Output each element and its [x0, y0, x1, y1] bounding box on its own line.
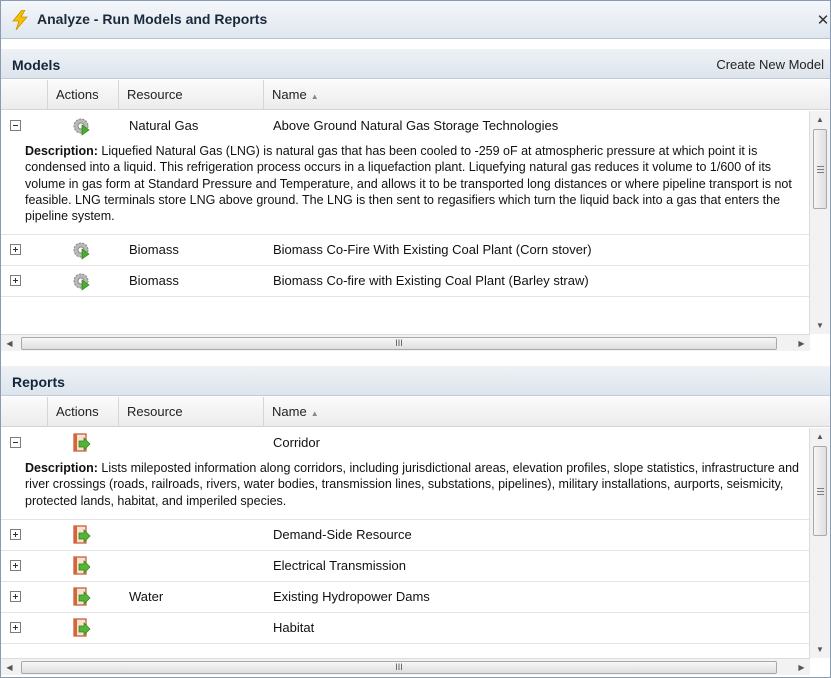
- scroll-down-arrow-icon[interactable]: ▼: [810, 641, 830, 658]
- table-row[interactable]: Habitat: [1, 612, 810, 644]
- table-row[interactable]: Corridor Description: Lists mileposted i…: [1, 428, 810, 520]
- close-button[interactable]: ✕: [816, 13, 830, 29]
- column-header-name-label: Name: [272, 87, 307, 102]
- report-export-icon[interactable]: [71, 556, 91, 576]
- scroll-up-arrow-icon[interactable]: ▲: [810, 428, 830, 445]
- reports-panel-title: Reports: [12, 374, 65, 390]
- description-text: Lists mileposted information along corri…: [25, 461, 799, 508]
- models-rows: Natural Gas Above Ground Natural Gas Sto…: [1, 111, 810, 334]
- scroll-down-arrow-icon[interactable]: ▼: [810, 317, 830, 334]
- scroll-thumb[interactable]: [813, 129, 827, 209]
- expander-column-header: [1, 80, 48, 110]
- table-row[interactable]: Biomass Biomass Co-fire with Existing Co…: [1, 266, 810, 298]
- models-grid: Actions Resource Name ▲ Natural Gas Above…: [1, 80, 830, 352]
- description-text: Liquefied Natural Gas (LNG) is natural g…: [25, 144, 792, 224]
- report-export-icon[interactable]: [71, 525, 91, 545]
- column-header-resource[interactable]: Resource: [119, 397, 264, 427]
- reports-grid: Actions Resource Name ▲ Corridor Descript…: [1, 397, 830, 677]
- table-row[interactable]: Biomass Biomass Co-Fire With Existing Co…: [1, 235, 810, 267]
- cell-resource: Natural Gas: [129, 118, 199, 133]
- cell-name: Existing Hydropower Dams: [273, 588, 430, 604]
- column-header-name[interactable]: Name ▲: [264, 397, 810, 427]
- scroll-up-arrow-icon[interactable]: ▲: [810, 111, 830, 128]
- column-header-resource[interactable]: Resource: [119, 80, 264, 110]
- report-export-icon[interactable]: [71, 587, 91, 607]
- reports-column-header: Actions Resource Name ▲: [1, 397, 830, 427]
- row-description: Description: Liquefied Natural Gas (LNG)…: [1, 141, 810, 234]
- analyze-window: Analyze - Run Models and Reports ✕ Model…: [0, 0, 831, 678]
- collapse-row-button[interactable]: [10, 437, 21, 448]
- table-row[interactable]: Demand-Side Resource: [1, 519, 810, 551]
- title-bar[interactable]: Analyze - Run Models and Reports ✕: [1, 1, 830, 39]
- table-row[interactable]: Natural Gas Above Ground Natural Gas Sto…: [1, 111, 810, 236]
- report-export-icon[interactable]: [71, 618, 91, 638]
- reports-rows: Corridor Description: Lists mileposted i…: [1, 428, 810, 658]
- cell-name: Electrical Transmission: [273, 557, 406, 573]
- scroll-right-arrow-icon[interactable]: ▶: [793, 335, 810, 352]
- scroll-thumb[interactable]: [813, 446, 827, 536]
- cell-resource: Biomass: [129, 242, 179, 258]
- column-header-actions[interactable]: Actions: [48, 397, 119, 427]
- cell-name: Habitat: [273, 619, 315, 635]
- create-new-model-button[interactable]: Create New Model: [716, 57, 824, 72]
- table-row[interactable]: Electrical Transmission: [1, 550, 810, 582]
- table-row[interactable]: Water Existing Hydropower Dams: [1, 581, 810, 613]
- column-header-name[interactable]: Name ▲: [264, 80, 810, 110]
- reports-vertical-scrollbar[interactable]: ▲ ▼: [809, 428, 830, 658]
- expand-row-button[interactable]: [10, 621, 21, 633]
- scroll-thumb[interactable]: III: [21, 337, 777, 350]
- row-description: Description: Lists mileposted informatio…: [1, 458, 810, 519]
- window-title: Analyze - Run Models and Reports: [37, 11, 268, 27]
- gear-run-icon[interactable]: [71, 271, 91, 292]
- scroll-thumb[interactable]: III: [21, 661, 777, 674]
- reports-horizontal-scrollbar[interactable]: ◀ III ▶: [1, 658, 810, 675]
- models-panel-title: Models: [12, 57, 61, 73]
- close-icon: ✕: [816, 13, 830, 29]
- cell-resource: Biomass: [129, 273, 179, 289]
- description-label: Description:: [25, 144, 98, 158]
- description-label: Description:: [25, 461, 98, 475]
- cell-name: Above Ground Natural Gas Storage Technol…: [273, 118, 559, 133]
- models-horizontal-scrollbar[interactable]: ◀ III ▶: [1, 334, 810, 351]
- report-export-icon[interactable]: [71, 433, 91, 453]
- column-header-name-label: Name: [272, 404, 307, 419]
- expand-row-button[interactable]: [10, 528, 21, 540]
- cell-resource: Water: [129, 588, 164, 604]
- sort-ascending-icon: ▲: [310, 92, 319, 101]
- gear-run-icon[interactable]: [71, 240, 91, 261]
- expand-row-button[interactable]: [10, 559, 21, 571]
- expand-row-button[interactable]: [10, 244, 21, 256]
- cell-name: Corridor: [273, 435, 320, 450]
- scroll-left-arrow-icon[interactable]: ◀: [1, 659, 18, 676]
- column-header-actions[interactable]: Actions: [48, 80, 119, 110]
- models-column-header: Actions Resource Name ▲: [1, 80, 830, 110]
- gear-run-icon[interactable]: [71, 116, 91, 136]
- models-vertical-scrollbar[interactable]: ▲ ▼: [809, 111, 830, 334]
- collapse-row-button[interactable]: [10, 120, 21, 131]
- cell-name: Biomass Co-fire with Existing Coal Plant…: [273, 273, 589, 289]
- lightning-bolt-icon: [12, 10, 28, 30]
- sort-ascending-icon: ▲: [310, 409, 319, 418]
- cell-name: Biomass Co-Fire With Existing Coal Plant…: [273, 242, 592, 258]
- scroll-left-arrow-icon[interactable]: ◀: [1, 335, 18, 352]
- expand-row-button[interactable]: [10, 275, 21, 287]
- models-panel-header: Models Create New Model: [1, 49, 830, 79]
- expand-row-button[interactable]: [10, 590, 21, 602]
- reports-panel-header: Reports: [1, 366, 830, 396]
- expander-column-header: [1, 397, 48, 427]
- scroll-right-arrow-icon[interactable]: ▶: [793, 659, 810, 676]
- cell-name: Demand-Side Resource: [273, 526, 412, 542]
